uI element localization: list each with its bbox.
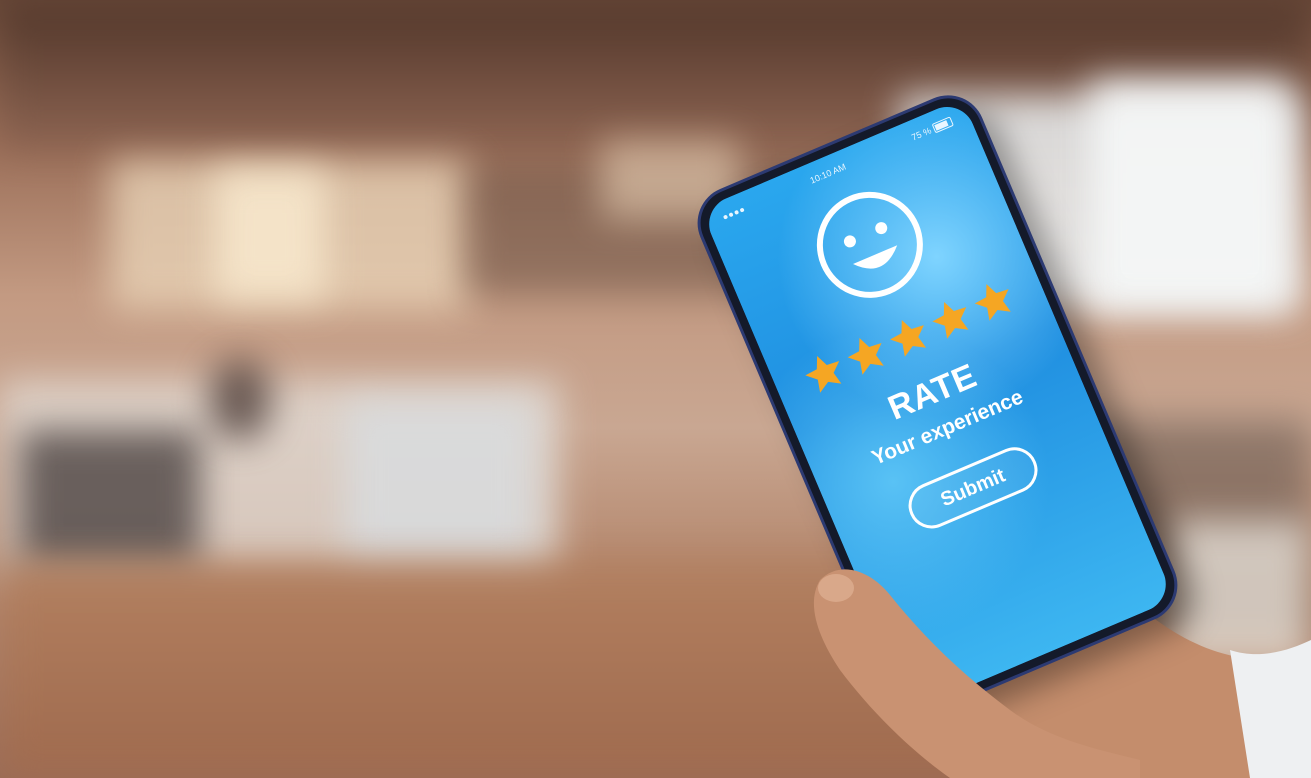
signal-icon — [722, 207, 745, 220]
battery-percent: 75 % — [909, 125, 933, 143]
battery-icon — [931, 116, 954, 134]
status-time: 10:10 AM — [808, 161, 848, 186]
submit-button[interactable]: Submit — [901, 440, 1045, 536]
pointing-finger — [813, 569, 1140, 778]
smiley-face-icon — [816, 191, 923, 298]
